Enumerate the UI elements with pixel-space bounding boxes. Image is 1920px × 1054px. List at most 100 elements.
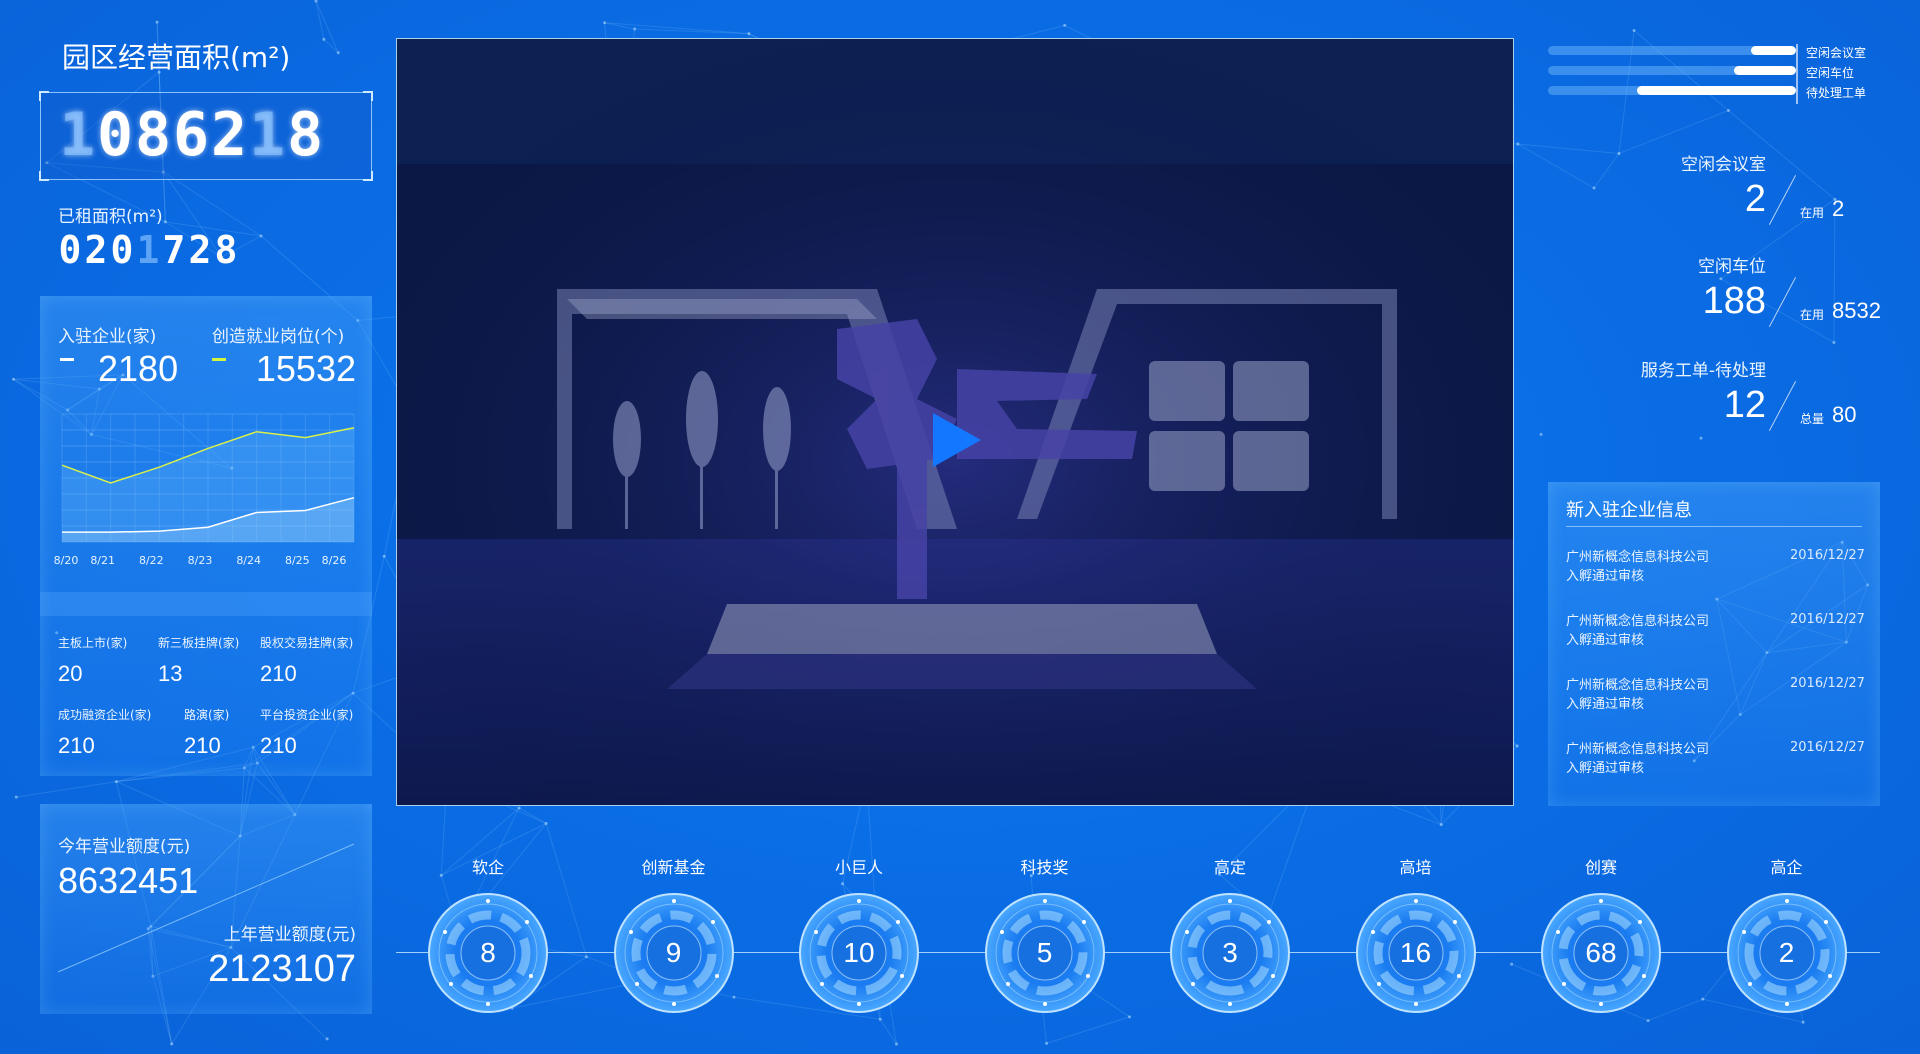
resource-sub-value: 2 [1832,196,1845,221]
revenue-panel: 今年营业额度(元) 8632451 上年营业额度(元) 2123107 [40,804,372,1014]
news-item[interactable]: 广州新概念信息科技公司 入孵通过审核 2016/12/27 [1566,676,1876,714]
usage-bar-track [1548,66,1796,75]
rented-area-digit: 7 [162,228,186,272]
badge-value: 8 [480,937,496,968]
resource-sub-value: 80 [1832,402,1857,427]
play-icon[interactable] [931,411,983,469]
total-area-counter: 1 0 8 6 2 1 8 [39,91,373,181]
stat-item: 平台投资企业(家) 210 [260,706,353,759]
stat-label: 成功融资企业(家) [58,708,152,722]
badge-ring[interactable]: 3 [1169,892,1291,1014]
x-tick-label: 8/21 [90,554,115,567]
badge-value: 9 [665,937,682,968]
news-item[interactable]: 广州新概念信息科技公司 入孵通过审核 2016/12/27 [1566,740,1876,778]
jobs-value: 15532 [255,348,356,389]
badge-label: 软企 [471,858,504,877]
stat-label: 新三板挂牌(家) [158,636,240,650]
news-date: 2016/12/27 [1790,676,1865,691]
news-status: 入孵通过审核 [1566,761,1645,776]
x-tick-label: 8/20 [54,554,79,567]
news-status: 入孵通过审核 [1566,697,1645,712]
stat-value: 210 [260,661,297,686]
stats-grid: 主板上市(家) 20 新三板挂牌(家) 13 股权交易挂牌(家) 210 成功融… [40,634,372,774]
news-date: 2016/12/27 [1790,612,1865,627]
resource-slash [1768,175,1797,225]
badge-value: 68 [1585,937,1617,968]
usage-bar-label: 空闲会议室 [1806,46,1867,60]
resource-value: 12 [1723,384,1766,426]
total-area-digit: 1 [249,100,286,170]
news-list: 广州新概念信息科技公司 入孵通过审核 2016/12/27 广州新概念信息科技公… [1566,548,1876,798]
usage-bar-fill [1734,66,1796,75]
trend-chart: 8/20 8/21 8/22 8/23 8/24 8/25 8/26 [54,413,355,567]
badge-value: 3 [1222,937,1238,968]
this-year-revenue-value: 8632451 [58,860,199,901]
stat-item: 路演(家) 210 [184,706,229,759]
news-date: 2016/12/27 [1790,548,1865,563]
badge-label: 创新基金 [641,858,706,877]
resource-sub-label: 总量 [1800,412,1825,426]
enterprises-value: 2180 [98,348,179,389]
badge-ring[interactable]: 68 [1540,892,1662,1014]
resource-slash [1768,277,1797,327]
resource-value: 188 [1702,280,1766,322]
resource-title: 空闲车位 [1698,257,1766,277]
chart-footer-strip [40,592,372,616]
badge-ring[interactable]: 5 [984,892,1106,1014]
rented-area-digits: 0 2 0 1 7 2 8 [58,230,238,270]
stat-label: 主板上市(家) [58,636,128,650]
this-year-revenue-label: 今年营业额度(元) [58,837,191,857]
stat-value: 210 [184,733,221,758]
stat-item: 主板上市(家) 20 [58,634,127,687]
badge-value: 16 [1399,937,1432,968]
news-item[interactable]: 广州新概念信息科技公司 入孵通过审核 2016/12/27 [1566,548,1876,586]
badge-ring[interactable]: 8 [427,892,549,1014]
news-divider [1566,526,1862,527]
resource-sub-label: 在用 [1800,206,1825,220]
badge-label: 高培 [1399,858,1432,877]
usage-bar-fill [1637,86,1796,95]
resource-title: 服务工单-待处理 [1640,361,1766,381]
total-area-digit: 8 [135,100,172,170]
stat-item: 成功融资企业(家) 210 [58,706,151,759]
badge-ring[interactable]: 16 [1355,892,1477,1014]
rented-area-digit: 2 [84,228,108,272]
badge-ring[interactable]: 9 [613,892,735,1014]
news-status: 入孵通过审核 [1566,633,1645,648]
resource-title: 空闲会议室 [1681,155,1766,175]
stat-value: 210 [260,733,297,758]
stat-value: 13 [158,661,183,686]
total-area-digit: 1 [59,100,96,170]
enterprises-label: 入驻企业(家) [58,327,157,347]
badge-value: 2 [1778,937,1795,968]
badge-label: 创赛 [1584,858,1617,877]
badge-ring[interactable]: 10 [798,892,920,1014]
stat-value: 210 [58,733,95,758]
news-item[interactable]: 广州新概念信息科技公司 入孵通过审核 2016/12/27 [1566,612,1876,650]
usage-bar-item: 待处理工单 [1548,84,1878,100]
badge-label: 高定 [1213,858,1246,877]
resource-meeting-room: 空闲会议室 2 在用 2 [1560,150,1880,230]
badge-label: 科技奖 [1020,858,1069,877]
usage-bar-track [1548,86,1796,95]
stat-value: 20 [58,661,83,686]
x-tick-label: 8/24 [236,554,261,567]
total-area-digit: 6 [173,100,210,170]
enterprises-marker [60,358,74,361]
video-player[interactable] [396,38,1514,806]
qualification-badges: 软企 8 创新基金 9 小巨人 10 科技奖 5 高定 3 高培 16 创赛 68 高企 2 [396,840,1880,1020]
resource-parking: 空闲车位 188 在用 8532 [1560,252,1881,332]
badge-label: 小巨人 [834,858,883,877]
x-tick-label: 8/23 [188,554,213,567]
news-title: 新入驻企业信息 [1566,500,1692,521]
usage-bar-item: 空闲会议室 [1548,44,1878,104]
badge-value: 5 [1036,937,1053,968]
total-area-digit: 8 [287,100,324,170]
usage-bars: 空闲会议室 空闲车位 待处理工单 [1548,44,1878,104]
rented-area-label: 已租面积(m²) [58,207,163,227]
badge-ring[interactable]: 2 [1726,892,1848,1014]
x-tick-label: 8/25 [285,554,310,567]
stat-label: 股权交易挂牌(家) [260,636,354,650]
rented-area-digit: 0 [110,228,134,272]
last-year-revenue-value: 2123107 [208,948,356,990]
